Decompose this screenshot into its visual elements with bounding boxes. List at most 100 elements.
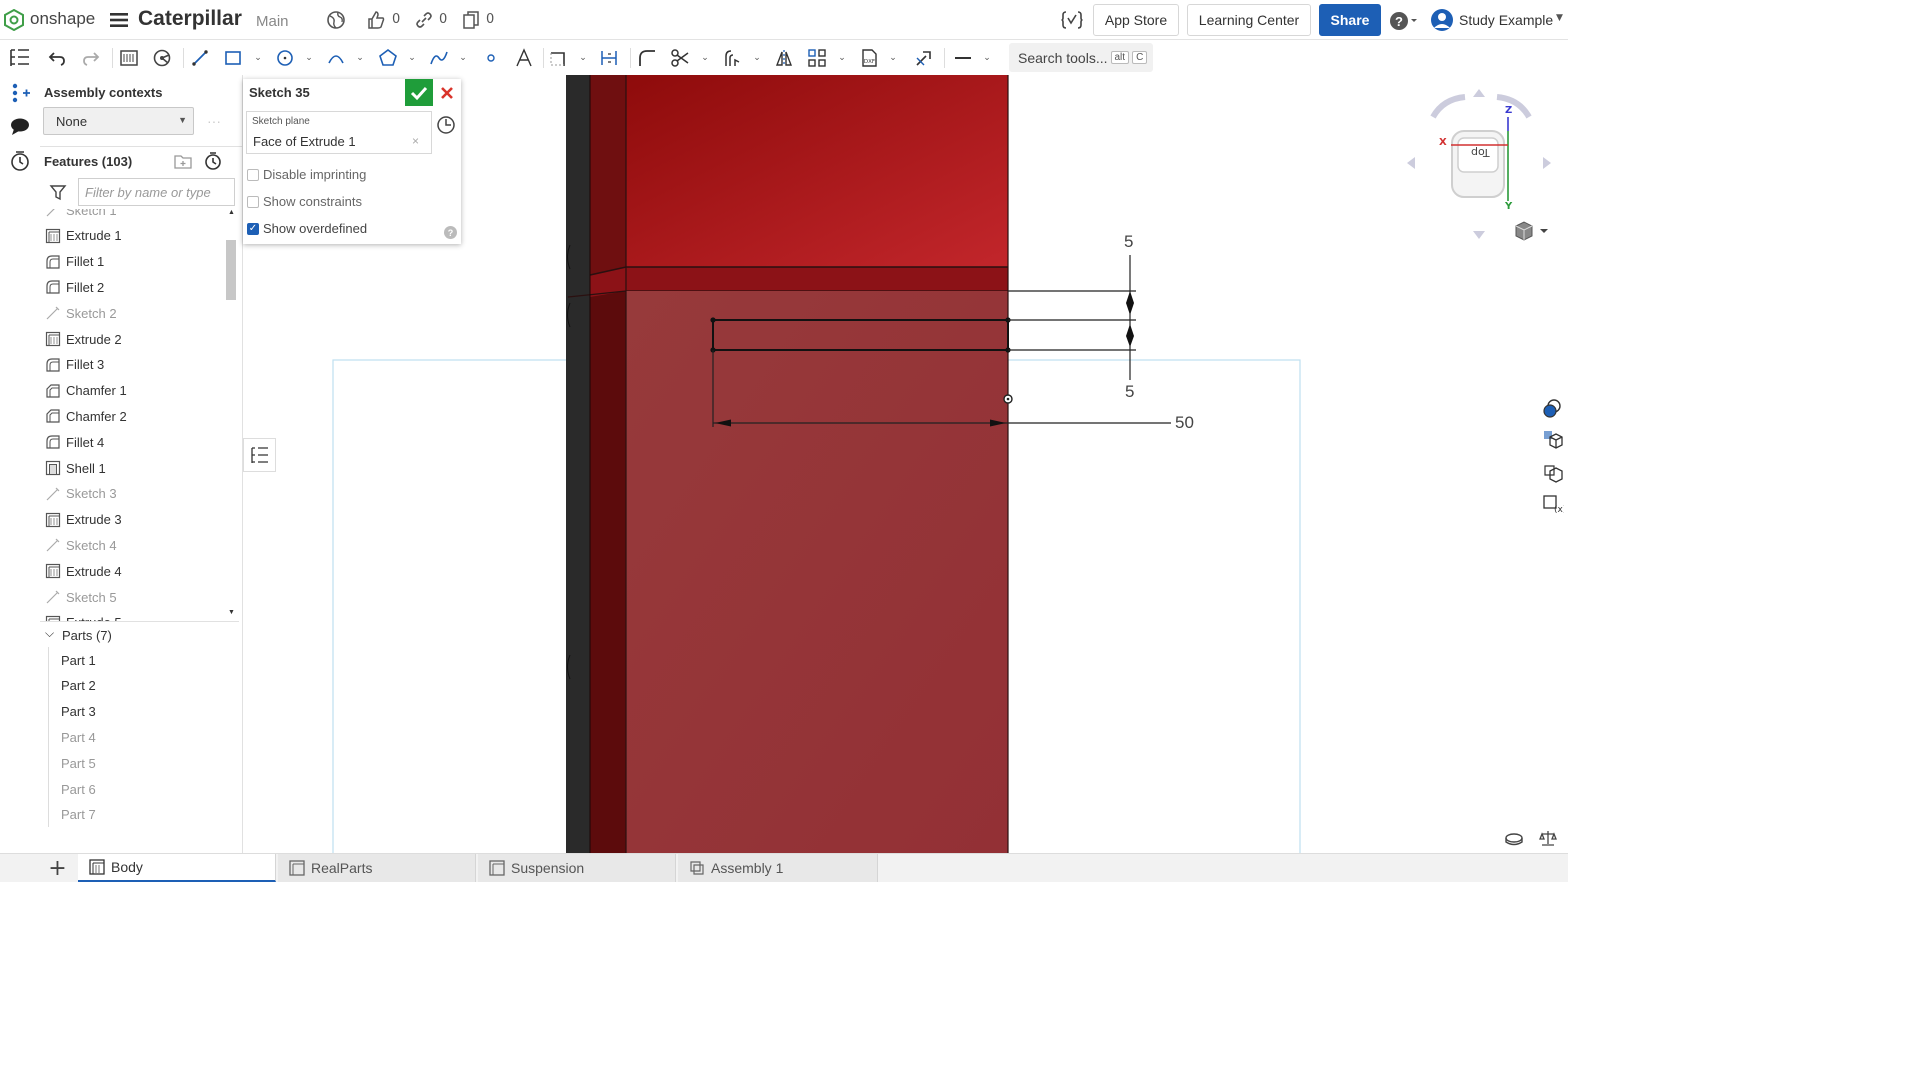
sketch-dialog-title[interactable]: Sketch 35 [249,85,310,100]
feature-item-sketch[interactable]: Sketch 5 [45,585,225,609]
tab-3[interactable]: Assembly 1 [678,854,878,882]
feature-item-sketch[interactable]: Sketch 3 [45,482,225,506]
list-toggle-icon[interactable] [243,438,276,472]
feature-item-sketch[interactable]: Sketch 1 [45,209,225,222]
feature-item-extrude[interactable]: Extrude 2 [45,327,225,351]
menu-icon[interactable] [110,12,128,28]
copy-icon[interactable] [461,10,481,30]
sketch-tool-icon[interactable] [117,46,141,70]
undo-icon[interactable] [45,46,69,70]
line-style-icon[interactable] [951,46,975,70]
feature-item-fillet[interactable]: Fillet 4 [45,430,225,454]
tab-2[interactable]: Suspension [478,854,676,882]
construction-icon[interactable] [546,46,570,70]
feature-item-shell[interactable]: Shell 1 [45,456,225,480]
feature-item-sketch[interactable]: Sketch 2 [45,301,225,325]
chevron-down-icon[interactable]: ⌵ [45,626,55,640]
circle-tool-icon[interactable] [273,46,297,70]
feature-list-icon[interactable] [9,47,31,69]
rectangle-dropdown-icon[interactable]: ⌄ [252,50,264,66]
show-constraints-checkbox[interactable] [247,195,259,208]
feature-list-scrollbar[interactable]: ▲ ▼ [226,209,236,621]
offset-dropdown-icon[interactable]: ⌄ [751,50,763,66]
clear-selection-icon[interactable]: × [412,134,419,148]
view-normal-icon[interactable] [436,115,456,135]
feature-item-chamfer[interactable]: Chamfer 2 [45,404,225,428]
redo-icon[interactable] [79,46,103,70]
feature-item-fillet[interactable]: Fillet 1 [45,250,225,274]
pattern-dropdown-icon[interactable]: ⌄ [836,50,848,66]
show-overdefined-checkbox[interactable]: ✓ [247,222,259,235]
part-item[interactable]: Part 6 [61,777,96,801]
text-tool-icon[interactable] [512,46,536,70]
dimension-label-bottom[interactable]: 5 [1125,382,1134,402]
show-constraints-option[interactable]: Show constraints [247,194,362,209]
onshape-logo-icon[interactable] [4,8,24,32]
filter-icon[interactable] [49,183,67,201]
feature-item-extrude[interactable]: Extrude 5 [45,611,225,621]
mass-properties-icon[interactable] [1537,424,1568,455]
disable-imprinting-checkbox[interactable] [247,168,259,181]
tab-1[interactable]: RealParts [278,854,476,882]
part-item[interactable]: Part 3 [61,700,96,724]
feature-item-extrude[interactable]: Extrude 1 [45,224,225,248]
polygon-tool-icon[interactable] [376,46,400,70]
user-menu-caret-icon[interactable]: ▼ [1556,13,1563,23]
feature-item-fillet[interactable]: Fillet 2 [45,275,225,299]
scroll-up-icon[interactable]: ▲ [228,209,235,216]
fillet-sketch-icon[interactable] [635,46,659,70]
insert-icon[interactable] [9,82,31,104]
circle-dropdown-icon[interactable]: ⌄ [303,50,315,66]
branch-label[interactable]: Main [256,13,289,30]
section-view-icon[interactable] [1537,457,1568,488]
parts-title[interactable]: Parts (7) [62,628,112,643]
feature-item-extrude[interactable]: Extrude 3 [45,508,225,532]
arc-dropdown-icon[interactable]: ⌄ [354,50,366,66]
assembly-context-select[interactable]: None ▼ [43,107,194,135]
show-overdefined-option[interactable]: ✓ Show overdefined [247,221,367,236]
user-name[interactable]: Study Example [1459,12,1553,28]
line-style-dropdown-icon[interactable]: ⌄ [981,50,993,66]
share-button[interactable]: Share [1319,4,1381,36]
dimension-label-width[interactable]: 50 [1175,413,1194,433]
trim-tool-icon[interactable] [668,46,692,70]
scrollbar-thumb[interactable] [226,240,236,300]
dimension-label-top[interactable]: 5 [1124,232,1133,252]
dimension-tool-icon[interactable] [597,46,621,70]
measure-icon[interactable] [1539,829,1557,847]
sketch-plane-field[interactable]: Sketch plane Face of Extrude 1 × [246,111,432,154]
globe-icon[interactable] [326,10,346,30]
polygon-dropdown-icon[interactable]: ⌄ [406,50,418,66]
rectangle-tool-icon[interactable] [221,46,245,70]
feature-item-fillet[interactable]: Fillet 3 [45,353,225,377]
tab-0[interactable]: Body [78,854,276,882]
mirror-tool-icon[interactable] [772,46,796,70]
scroll-down-icon[interactable]: ▼ [228,609,235,616]
document-title[interactable]: Caterpillar [138,7,242,31]
disable-imprinting-option[interactable]: Disable imprinting [247,167,366,182]
pattern-tool-icon[interactable] [805,46,829,70]
feature-item-chamfer[interactable]: Chamfer 1 [45,379,225,403]
feature-item-extrude[interactable]: Extrude 4 [45,559,225,583]
link-icon[interactable] [414,10,434,30]
comment-icon[interactable] [9,116,31,138]
search-tools-input[interactable]: Search tools... alt C [1009,43,1153,72]
help-icon[interactable]: ? [1389,11,1419,31]
spline-dropdown-icon[interactable]: ⌄ [457,50,469,66]
view-options-icon[interactable] [1513,220,1553,242]
learning-center-button[interactable]: Learning Center [1187,4,1311,36]
rollback-timer-icon[interactable] [203,151,223,171]
cancel-button[interactable] [433,79,461,106]
history-icon[interactable] [9,150,31,172]
import-dropdown-icon[interactable]: ⌄ [887,50,899,66]
help-icon[interactable]: ? [444,226,457,239]
construction-dropdown-icon[interactable]: ⌄ [577,50,589,66]
point-tool-icon[interactable] [479,46,503,70]
project-tool-icon[interactable] [912,46,936,70]
line-tool-icon[interactable] [188,46,212,70]
offset-tool-icon[interactable] [720,46,744,70]
like-icon[interactable] [366,10,386,30]
add-folder-icon[interactable] [173,152,193,170]
variable-icon[interactable] [1061,10,1083,30]
view-cube-face-label[interactable]: Top [1471,146,1490,159]
